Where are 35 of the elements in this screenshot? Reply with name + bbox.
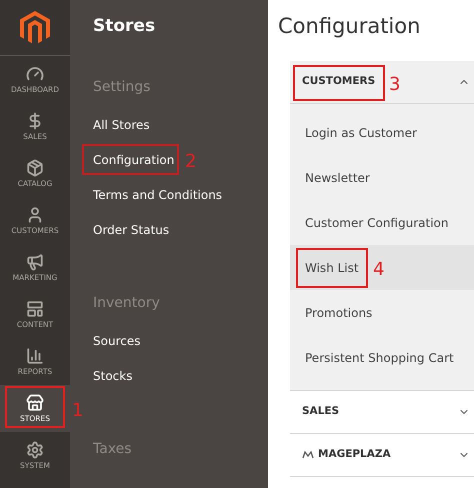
store-icon — [26, 394, 44, 412]
box-icon — [26, 159, 44, 178]
config-item[interactable]: Promotions — [290, 290, 474, 335]
flyout-link[interactable]: Terms and Conditions — [93, 186, 222, 204]
flyout-link[interactable]: Configuration — [93, 150, 174, 168]
section-label: SALES — [302, 404, 340, 420]
group-heading: Inventory — [93, 294, 161, 313]
section-label: MAGEPLAZA — [318, 447, 391, 462]
annotation-box — [5, 386, 65, 428]
logo-icon — [20, 10, 50, 44]
annotation-number: 2 — [185, 151, 196, 172]
page-title: Configuration — [278, 13, 422, 40]
annotation-number: 3 — [389, 74, 400, 95]
annotation-box — [296, 248, 368, 288]
annotation-number: 1 — [72, 400, 84, 421]
config-item[interactable]: Login as Customer — [290, 110, 474, 155]
layout-icon — [26, 300, 44, 318]
settings-icon — [26, 441, 44, 460]
flyout-link[interactable]: Stocks — [93, 366, 132, 384]
flyout-link[interactable]: All Stores — [93, 116, 150, 134]
person-icon — [26, 206, 44, 224]
mageplaza-icon — [302, 451, 314, 459]
flyout-link[interactable]: Order Status — [93, 220, 170, 238]
flyout-link[interactable]: Sources — [93, 332, 140, 350]
config-item[interactable]: Newsletter — [290, 155, 474, 200]
flyout-title: Stores — [93, 15, 156, 38]
config-item[interactable]: Persistent Shopping Cart — [290, 335, 474, 380]
section-header[interactable]: CUSTOMERS 3 — [290, 61, 474, 104]
annotation-number: 4 — [373, 259, 384, 280]
config-item[interactable]: Customer Configuration — [290, 200, 474, 245]
group-heading: Taxes — [93, 440, 133, 459]
group-heading: Settings — [93, 78, 152, 97]
megaphone-icon — [26, 253, 44, 272]
bar-chart-icon — [26, 347, 44, 366]
section-label: CUSTOMERS — [302, 74, 376, 90]
